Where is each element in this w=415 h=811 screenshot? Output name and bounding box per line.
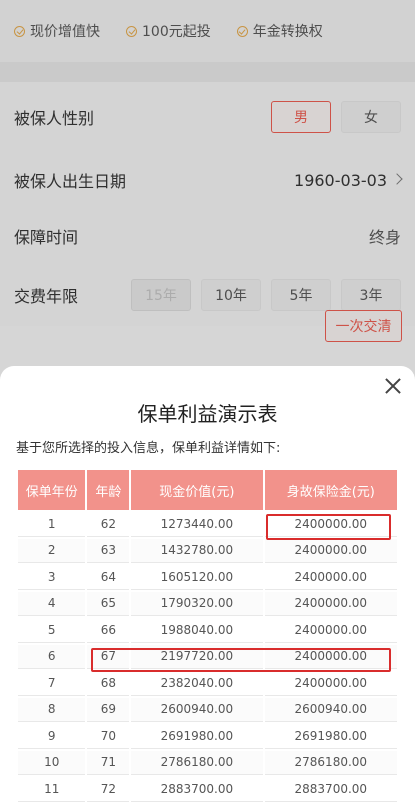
cell-age: 65 <box>87 591 130 616</box>
cell-death-benefit: 2400000.00 <box>264 512 397 537</box>
table-row: 1 62 1273440.00 2400000.00 <box>18 512 397 537</box>
cell-age: 72 <box>87 777 130 802</box>
cell-policy-year: 11 <box>18 777 86 802</box>
cell-policy-year: 10 <box>18 750 86 775</box>
cell-age: 63 <box>87 538 130 563</box>
cell-cash-value: 1273440.00 <box>131 512 263 537</box>
cell-death-benefit: 2400000.00 <box>264 644 397 669</box>
cell-cash-value: 2197720.00 <box>131 644 263 669</box>
cell-policy-year: 3 <box>18 565 86 590</box>
cell-cash-value: 2691980.00 <box>131 724 263 749</box>
close-icon[interactable] <box>383 376 403 396</box>
cell-cash-value: 1790320.00 <box>131 591 263 616</box>
cell-death-benefit: 2400000.00 <box>264 618 397 643</box>
column-header-death-benefit: 身故保险金(元) <box>264 470 397 510</box>
table-row: 11 72 2883700.00 2883700.00 <box>18 777 397 802</box>
table-header-row: 保单年份 年龄 现金价值(元) 身故保险金(元) <box>18 470 397 510</box>
cell-policy-year: 6 <box>18 644 86 669</box>
table-row: 7 68 2382040.00 2400000.00 <box>18 671 397 696</box>
cell-death-benefit: 2400000.00 <box>264 538 397 563</box>
cell-cash-value: 2786180.00 <box>131 750 263 775</box>
cell-death-benefit: 2400000.00 <box>264 671 397 696</box>
table-row: 4 65 1790320.00 2400000.00 <box>18 591 397 616</box>
table-row: 6 67 2197720.00 2400000.00 <box>18 644 397 669</box>
cell-policy-year: 2 <box>18 538 86 563</box>
cell-policy-year: 7 <box>18 671 86 696</box>
benefit-table: 保单年份 年龄 现金价值(元) 身故保险金(元) 1 62 1273440.00 24… <box>16 468 399 804</box>
cell-policy-year: 4 <box>18 591 86 616</box>
modal-subtitle: 基于您所选择的投入信息，保单利益详情如下: <box>16 441 281 456</box>
cell-age: 62 <box>87 512 130 537</box>
benefit-table-modal: 保单利益演示表 基于您所选择的投入信息，保单利益详情如下: 保单年份 年龄 现金… <box>0 366 415 811</box>
table-row: 3 64 1605120.00 2400000.00 <box>18 565 397 590</box>
modal-title: 保单利益演示表 <box>137 402 278 426</box>
cell-age: 66 <box>87 618 130 643</box>
cell-policy-year: 9 <box>18 724 86 749</box>
cell-cash-value: 1432780.00 <box>131 538 263 563</box>
table-row: 2 63 1432780.00 2400000.00 <box>18 538 397 563</box>
column-header-age: 年龄 <box>87 470 130 510</box>
cell-death-benefit: 2400000.00 <box>264 565 397 590</box>
table-row: 10 71 2786180.00 2786180.00 <box>18 750 397 775</box>
cell-cash-value: 2883700.00 <box>131 777 263 802</box>
cell-death-benefit: 2883700.00 <box>264 777 397 802</box>
cell-death-benefit: 2691980.00 <box>264 724 397 749</box>
table-row: 5 66 1988040.00 2400000.00 <box>18 618 397 643</box>
cell-death-benefit: 2786180.00 <box>264 750 397 775</box>
cell-death-benefit: 2600940.00 <box>264 697 397 722</box>
cell-age: 68 <box>87 671 130 696</box>
cell-policy-year: 8 <box>18 697 86 722</box>
cell-death-benefit: 2400000.00 <box>264 591 397 616</box>
cell-cash-value: 1605120.00 <box>131 565 263 590</box>
table-row: 8 69 2600940.00 2600940.00 <box>18 697 397 722</box>
cell-cash-value: 2600940.00 <box>131 697 263 722</box>
cell-cash-value: 1988040.00 <box>131 618 263 643</box>
cell-cash-value: 2382040.00 <box>131 671 263 696</box>
cell-policy-year: 5 <box>18 618 86 643</box>
table-row: 9 70 2691980.00 2691980.00 <box>18 724 397 749</box>
cell-age: 64 <box>87 565 130 590</box>
cell-age: 71 <box>87 750 130 775</box>
cell-age: 70 <box>87 724 130 749</box>
cell-age: 69 <box>87 697 130 722</box>
cell-age: 67 <box>87 644 130 669</box>
cell-policy-year: 1 <box>18 512 86 537</box>
column-header-policy-year: 保单年份 <box>18 470 86 510</box>
column-header-cash-value: 现金价值(元) <box>131 470 263 510</box>
